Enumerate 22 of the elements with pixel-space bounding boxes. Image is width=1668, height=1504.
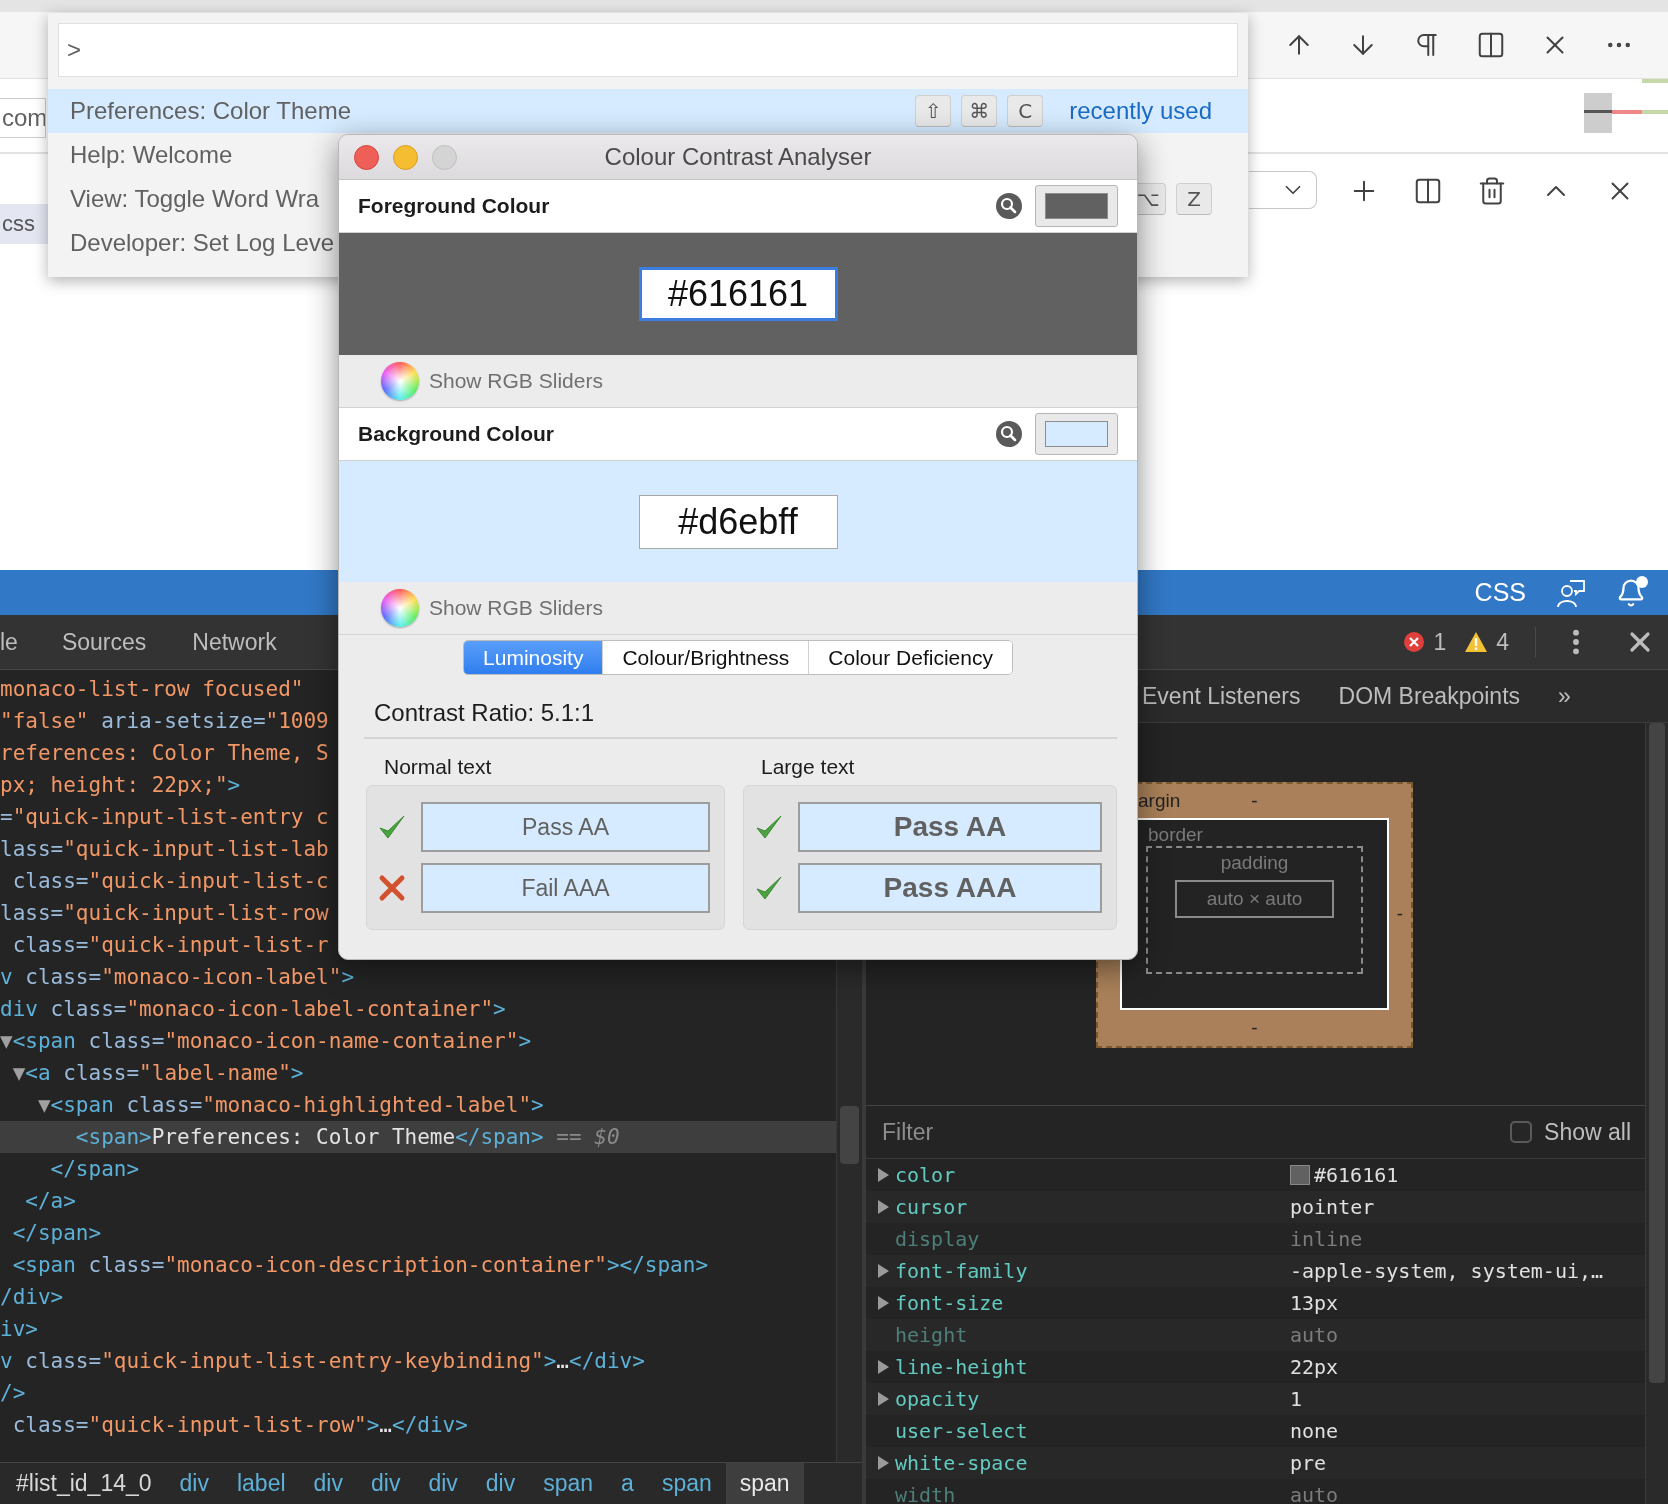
box-label: border <box>1147 824 1204 846</box>
box-value: - <box>1396 903 1404 925</box>
box-label: padding <box>1220 852 1289 874</box>
contrast-ratio: Contrast Ratio: 5.1:1 <box>364 699 1117 739</box>
group-title: Normal text <box>383 755 493 779</box>
window-title: Colour Contrast Analyser <box>604 143 872 171</box>
keycap: C <box>1007 95 1044 127</box>
result-label: Fail AAA <box>421 863 710 913</box>
box-label: argin <box>1137 790 1182 812</box>
section-title: Background Colour <box>358 422 554 446</box>
keycap: ⌘ <box>961 95 998 127</box>
keycap: ⇧ <box>915 95 952 127</box>
section-title: Foreground Colour <box>358 194 550 218</box>
box-value: - <box>1251 790 1258 812</box>
result-label: Pass AAA <box>798 863 1102 913</box>
result-label: Pass AA <box>421 802 710 852</box>
result-label: Pass AA <box>798 802 1102 852</box>
group-title: Large text <box>760 755 856 779</box>
content-box: auto × auto <box>1175 880 1334 918</box>
command-detail: recently used <box>1069 97 1212 125</box>
keycap: Z <box>1176 183 1212 215</box>
box-value: - <box>1251 1017 1258 1039</box>
